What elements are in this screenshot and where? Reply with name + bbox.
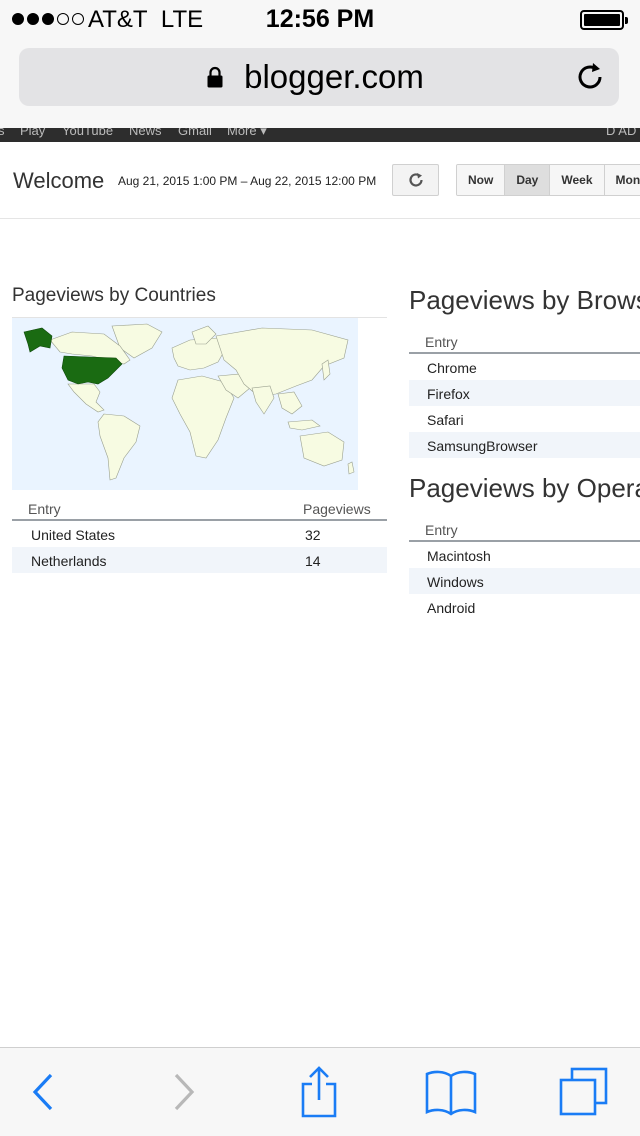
range-week-button[interactable]: Week [550, 165, 605, 195]
browser-toolbar [0, 1047, 640, 1136]
table-header: Entry [409, 518, 640, 542]
table-row[interactable]: Netherlands 14 [12, 547, 387, 573]
status-bar: AT&T LTE 12:56 PM [0, 0, 640, 40]
row-entry: Chrome [427, 360, 477, 376]
back-button[interactable] [15, 1066, 71, 1118]
tabs-button[interactable] [556, 1066, 612, 1118]
reload-icon[interactable] [573, 60, 607, 94]
table-row[interactable]: Windows [409, 568, 640, 594]
stats-header: Welcome Aug 21, 2015 1:00 PM – Aug 22, 2… [0, 142, 640, 219]
back-chevron-icon [32, 1073, 53, 1111]
row-entry: Windows [427, 574, 484, 590]
range-month-button[interactable]: Mont [604, 165, 640, 195]
refresh-icon [408, 173, 423, 187]
table-row[interactable]: Firefox [409, 380, 640, 406]
row-entry: SamsungBrowser [427, 438, 538, 454]
forward-chevron-icon [174, 1073, 195, 1111]
table-header: Entry [409, 330, 640, 354]
range-day-button[interactable]: Day [505, 165, 551, 195]
battery-icon [580, 10, 628, 30]
gbar-item-play[interactable]: Play [20, 128, 45, 138]
os-title: Pageviews by Opera [409, 473, 640, 503]
share-button[interactable] [291, 1066, 347, 1118]
bookmarks-button[interactable] [423, 1066, 479, 1118]
address-bar[interactable]: blogger.com [19, 48, 619, 106]
share-icon [301, 1066, 337, 1118]
table-row[interactable]: United States 32 [12, 521, 387, 547]
range-now-button[interactable]: Now [457, 165, 506, 195]
clock: 12:56 PM [265, 5, 375, 33]
refresh-button[interactable] [392, 164, 439, 196]
row-entry: United States [31, 527, 116, 543]
col-entry: Entry [425, 522, 458, 538]
row-entry: Safari [427, 412, 464, 428]
ios-browser-chrome: AT&T LTE 12:56 PM blogger.com [0, 0, 640, 128]
table-row[interactable]: SamsungBrowser [409, 432, 640, 458]
range-selector: Now Day Week Mont [456, 164, 640, 196]
page-title: Welcome [13, 168, 105, 193]
row-pageviews: 32 [305, 527, 321, 543]
tabs-icon [559, 1067, 608, 1116]
table-row[interactable]: Safari [409, 406, 640, 432]
browsers-table: Entry Chrome Firefox Safari SamsungBrows… [409, 330, 640, 458]
table-row[interactable]: Android [409, 594, 640, 620]
col-entry: Entry [28, 501, 61, 517]
url-text: blogger.com [244, 58, 424, 95]
gbar-item-news[interactable]: News [129, 128, 162, 138]
date-range: Aug 21, 2015 1:00 PM – Aug 22, 2015 12:0… [118, 174, 377, 188]
table-row[interactable]: Macintosh [409, 542, 640, 568]
bookmarks-book-icon [425, 1070, 477, 1116]
gbar-item-more[interactable]: More ▾ [227, 128, 267, 139]
row-entry: Macintosh [427, 548, 491, 564]
countries-title: Pageviews by Countries [12, 285, 216, 306]
countries-table: Entry Pageviews United States 32 Netherl… [12, 497, 387, 573]
row-entry: Android [427, 600, 476, 616]
world-map[interactable] [12, 318, 358, 490]
row-entry: Firefox [427, 386, 470, 402]
gbar-item-gmail[interactable]: Gmail [178, 128, 212, 138]
col-entry: Entry [425, 334, 458, 350]
row-entry: Netherlands [31, 553, 107, 569]
table-header: Entry Pageviews [12, 497, 387, 521]
row-pageviews: 14 [305, 553, 321, 569]
browsers-title: Pageviews by Brows [409, 285, 640, 315]
gbar-item-youtube[interactable]: YouTube [62, 128, 113, 138]
table-row[interactable]: Chrome [409, 354, 640, 380]
forward-button[interactable] [156, 1066, 212, 1118]
google-bar: s Play YouTube News Gmail More ▾ D AD [0, 128, 640, 142]
gbar-account[interactable]: D AD [606, 128, 636, 138]
gbar-item[interactable]: s [0, 128, 5, 138]
os-table: Entry Macintosh Windows Android [409, 518, 640, 620]
col-pageviews: Pageviews [303, 501, 371, 517]
